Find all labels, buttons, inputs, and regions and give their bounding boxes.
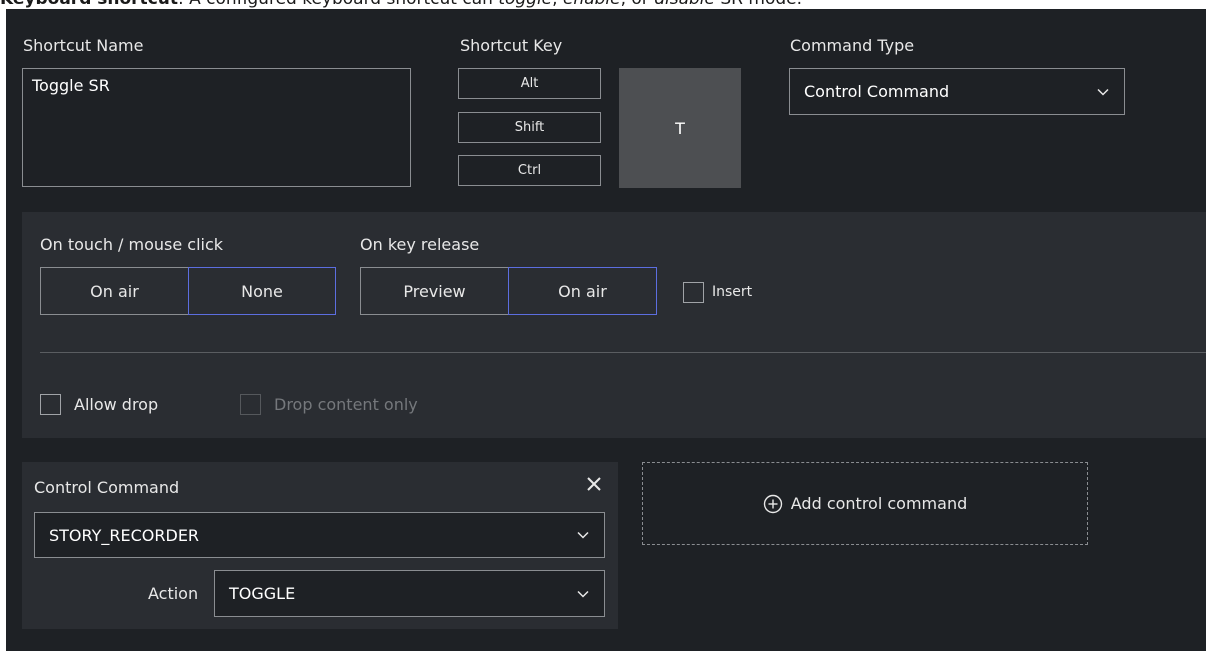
action-value: TOGGLE <box>229 584 296 603</box>
caption-text: : A configured keyboard shortcut can <box>178 0 498 9</box>
chevron-down-icon <box>1096 85 1110 99</box>
caption-word-toggle: toggle <box>498 0 552 9</box>
behavior-panel: On touch / mouse click On air None On ke… <box>22 212 1206 438</box>
touch-click-label: On touch / mouse click <box>40 235 224 254</box>
shortcut-key-box[interactable]: T <box>619 68 741 188</box>
insert-checkbox[interactable] <box>683 282 704 303</box>
action-select[interactable]: TOGGLE <box>214 570 605 617</box>
caption-or: , or <box>621 0 655 9</box>
ctrl-modifier-button[interactable]: Ctrl <box>458 155 601 186</box>
insert-label: Insert <box>712 284 753 300</box>
drop-content-only-label: Drop content only <box>274 395 418 414</box>
command-type-value: Control Command <box>804 82 950 101</box>
release-option-preview[interactable]: Preview <box>360 267 509 315</box>
release-option-on-air[interactable]: On air <box>508 267 657 315</box>
add-control-command-label: Add control command <box>790 494 968 513</box>
shortcut-name-field[interactable]: Toggle SR <box>22 68 411 187</box>
touch-option-none[interactable]: None <box>188 267 336 315</box>
shortcut-key-label: Shortcut Key <box>460 36 563 55</box>
caption-tail: SR mode. <box>715 0 802 9</box>
action-label: Action <box>148 584 199 603</box>
chevron-down-icon <box>576 587 590 601</box>
shortcut-editor-panel: Shortcut Name Toggle SR Shortcut Key Alt… <box>6 9 1206 651</box>
control-command-card: Control Command STORY_RECORDER Action TO… <box>22 462 618 629</box>
allow-drop-checkbox[interactable] <box>40 394 61 415</box>
allow-drop-label: Allow drop <box>74 395 159 414</box>
control-command-value: STORY_RECORDER <box>49 525 200 545</box>
command-type-label: Command Type <box>790 36 915 55</box>
caption-word-enable: enable <box>563 0 621 9</box>
chevron-down-icon <box>576 528 590 542</box>
page-caption: Keyboard shortcut: A configured keyboard… <box>0 0 1206 9</box>
touch-click-segmented: On air None <box>40 267 336 315</box>
drop-content-only-checkbox[interactable] <box>240 394 261 415</box>
caption-comma: , <box>552 0 563 9</box>
caption-word-disable: disable <box>654 0 715 9</box>
key-release-segmented: Preview On air <box>360 267 657 315</box>
section-divider <box>40 352 1206 353</box>
key-release-label: On key release <box>360 235 480 254</box>
alt-modifier-button[interactable]: Alt <box>458 68 601 99</box>
add-control-command-button[interactable]: Add control command <box>642 462 1088 545</box>
shortcut-name-label: Shortcut Name <box>23 36 144 55</box>
command-type-select[interactable]: Control Command <box>789 68 1125 115</box>
shift-modifier-button[interactable]: Shift <box>458 112 601 143</box>
touch-option-on-air[interactable]: On air <box>40 267 189 315</box>
caption-lead: Keyboard shortcut <box>0 0 178 9</box>
close-icon[interactable] <box>584 474 604 494</box>
add-circle-icon <box>763 494 783 514</box>
control-command-select[interactable]: STORY_RECORDER <box>34 512 605 558</box>
control-command-title: Control Command <box>34 478 180 497</box>
